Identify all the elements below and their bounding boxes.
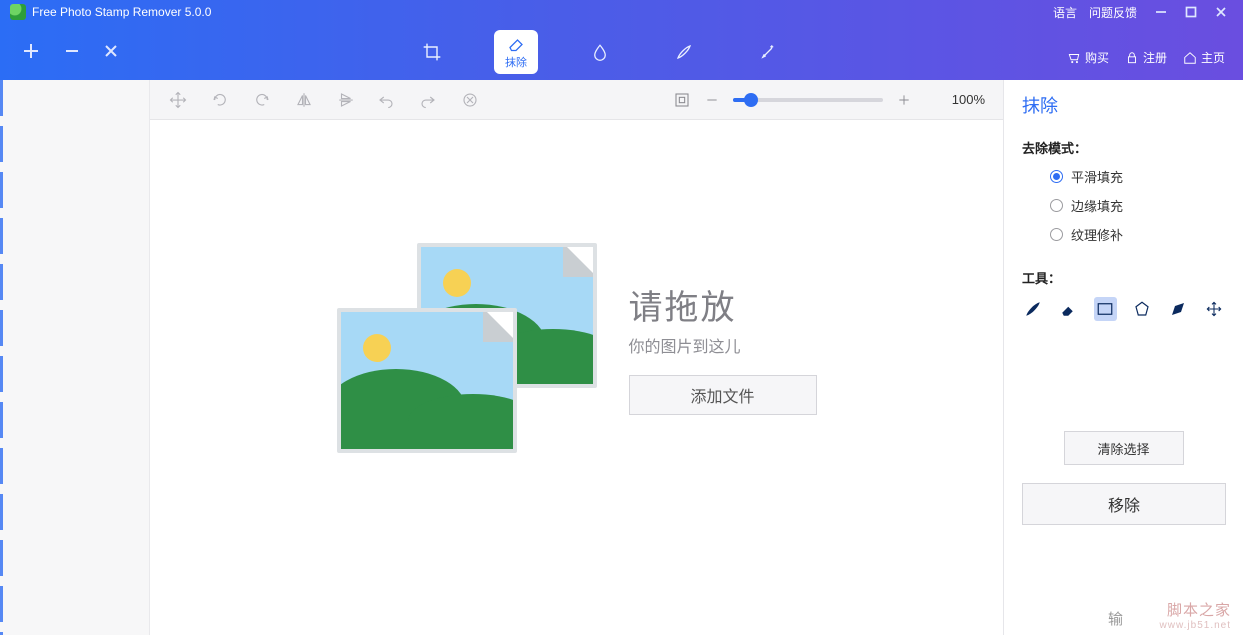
fit-screen-icon[interactable] — [673, 91, 691, 109]
droplet-tool[interactable] — [578, 30, 622, 74]
title-bar: Free Photo Stamp Remover 5.0.0 语言 问题反馈 — [0, 0, 1243, 24]
undo-icon[interactable] — [376, 90, 396, 110]
redo-icon[interactable] — [418, 90, 438, 110]
brush-tool[interactable] — [662, 30, 706, 74]
erase-tool-label: 抹除 — [505, 54, 527, 70]
zoom-value: 100% — [935, 92, 985, 107]
tab-minus-button[interactable] — [64, 43, 80, 62]
app-logo-icon — [10, 4, 26, 20]
placeholder-image-icon — [337, 243, 597, 453]
rect-select-icon[interactable] — [1094, 297, 1116, 321]
add-tab-button[interactable] — [22, 42, 40, 63]
watermark: 脚本之家 www.jb51.net — [1160, 599, 1231, 631]
close-button[interactable] — [1209, 4, 1233, 20]
tab-close-button[interactable] — [104, 44, 118, 61]
flip-vertical-icon[interactable] — [336, 90, 356, 110]
minimize-button[interactable] — [1149, 4, 1173, 20]
drop-subtext: 你的图片到这儿 — [629, 333, 817, 357]
radio-dot-icon — [1050, 228, 1063, 241]
flip-horizontal-icon[interactable] — [294, 90, 314, 110]
feedback-link[interactable]: 问题反馈 — [1089, 4, 1137, 21]
clear-icon[interactable] — [460, 90, 480, 110]
zoom-out-button[interactable] — [703, 91, 721, 109]
move-select-icon[interactable] — [1203, 297, 1225, 321]
buy-link[interactable]: 购买 — [1067, 49, 1109, 66]
zoom-thumb[interactable] — [744, 93, 758, 107]
tools-section-label: 工具： — [1022, 268, 1225, 287]
register-link[interactable]: 注册 — [1125, 49, 1167, 66]
radio-dot-icon — [1050, 170, 1063, 183]
panel-title: 抹除 — [1022, 92, 1225, 118]
zoom-in-button[interactable] — [895, 91, 913, 109]
left-sidebar — [0, 80, 150, 635]
edit-toolbar: 100% — [150, 80, 1003, 120]
pen-select-icon[interactable] — [1167, 297, 1189, 321]
language-link[interactable]: 语言 — [1053, 4, 1077, 21]
drop-zone[interactable]: 请拖放 你的图片到这儿 添加文件 — [337, 243, 817, 453]
eraser-select-icon[interactable] — [1058, 297, 1080, 321]
polygon-select-icon[interactable] — [1131, 297, 1153, 321]
add-file-button[interactable]: 添加文件 — [629, 375, 817, 415]
right-panel: 抹除 去除模式： 平滑填充 边缘填充 纹理修补 工具： 清除选择 移除 输 脚本… — [1003, 80, 1243, 635]
canvas-area[interactable]: 请拖放 你的图片到这儿 添加文件 — [150, 120, 1003, 635]
crop-tool[interactable] — [410, 30, 454, 74]
window-resize-edge[interactable] — [0, 80, 3, 635]
erase-tool[interactable]: 抹除 — [494, 30, 538, 74]
radio-dot-icon — [1050, 199, 1063, 212]
rotate-ccw-icon[interactable] — [252, 90, 272, 110]
brush-select-icon[interactable] — [1022, 297, 1044, 321]
mode-texture-radio[interactable]: 纹理修补 — [1050, 225, 1225, 244]
mode-smooth-radio[interactable]: 平滑填充 — [1050, 167, 1225, 186]
maximize-button[interactable] — [1179, 4, 1203, 20]
mode-section-label: 去除模式： — [1022, 138, 1225, 157]
magic-tool[interactable] — [746, 30, 790, 74]
clear-selection-button[interactable]: 清除选择 — [1064, 431, 1184, 465]
zoom-slider[interactable] — [733, 98, 883, 102]
home-link[interactable]: 主页 — [1183, 49, 1225, 66]
output-label: 输 — [1108, 608, 1123, 629]
remove-button[interactable]: 移除 — [1022, 483, 1226, 525]
mode-edge-radio[interactable]: 边缘填充 — [1050, 196, 1225, 215]
app-header: Free Photo Stamp Remover 5.0.0 语言 问题反馈 抹… — [0, 0, 1243, 80]
rotate-cw-icon[interactable] — [210, 90, 230, 110]
move-handle-icon[interactable] — [168, 90, 188, 110]
app-title: Free Photo Stamp Remover 5.0.0 — [32, 5, 211, 19]
header-midbar: 抹除 购买 注册 主页 — [0, 24, 1243, 80]
drop-heading: 请拖放 — [629, 280, 817, 329]
